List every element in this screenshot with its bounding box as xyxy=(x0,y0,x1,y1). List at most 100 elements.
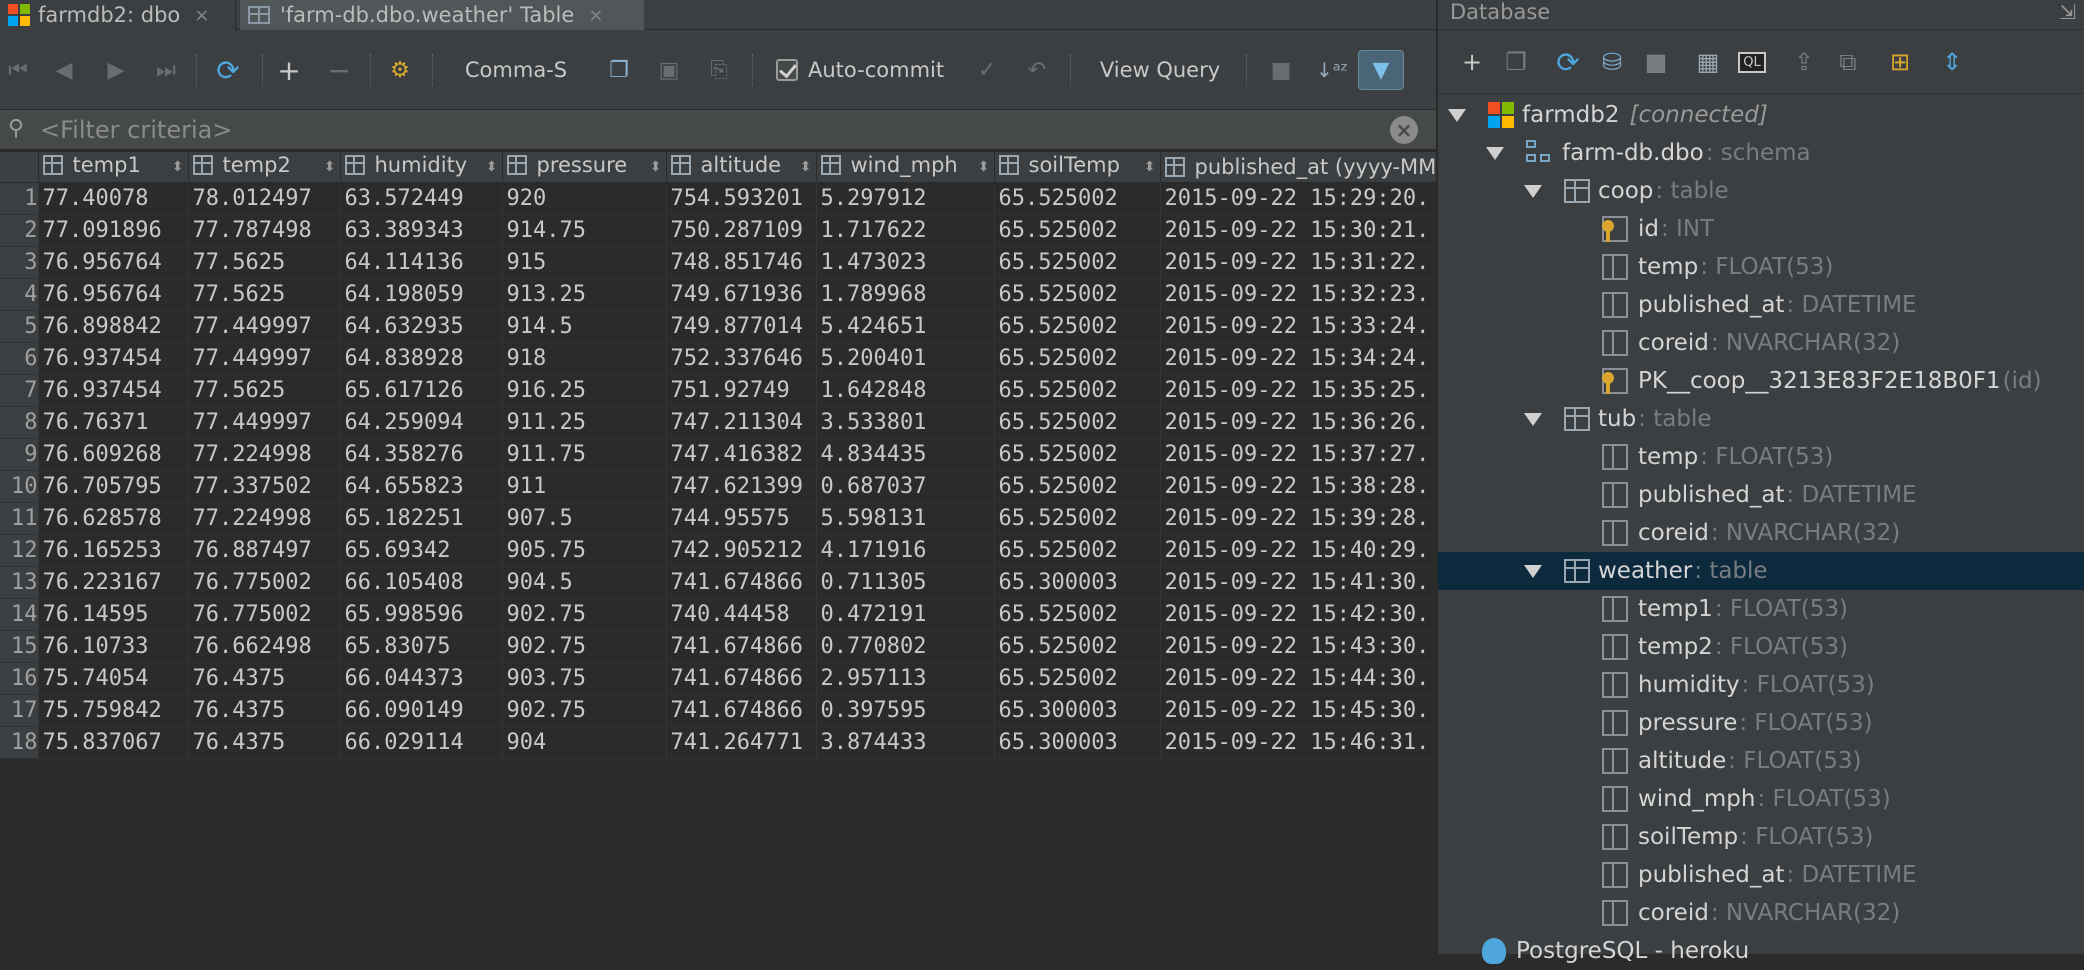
table-cell[interactable]: 914.75 xyxy=(502,214,667,247)
column-header[interactable]: pressure ⬍ xyxy=(502,152,667,183)
table-cell[interactable]: 2015-09-22 15:42:30. xyxy=(1160,598,1451,631)
table-cell[interactable]: 1.717622 xyxy=(816,214,995,247)
table-cell[interactable]: 65.617126 xyxy=(340,374,503,407)
table-row[interactable]: 15 76.10733 76.662498 65.83075 902.75 741.674… xyxy=(0,630,1451,663)
table-cell[interactable]: 76.705795 xyxy=(38,470,189,503)
table-cell[interactable]: 65.525002 xyxy=(994,182,1161,215)
row-number[interactable]: 16 xyxy=(0,662,39,695)
table-cell[interactable]: 751.92749 xyxy=(666,374,817,407)
auto-commit-checkbox[interactable]: Auto-commit xyxy=(776,50,988,90)
table-cell[interactable]: 4.834435 xyxy=(816,438,995,471)
table-cell[interactable]: 65.525002 xyxy=(994,278,1161,311)
table-cell[interactable]: 2015-09-22 15:31:22. xyxy=(1160,246,1451,279)
stop-icon[interactable]: ■ xyxy=(1636,42,1676,82)
sort-arrows-icon[interactable]: ⬍ xyxy=(650,153,662,181)
table-cell[interactable]: 65.998596 xyxy=(340,598,503,631)
table-cell[interactable]: 76.956764 xyxy=(38,246,189,279)
tree-node-altitude[interactable]: altitude: FLOAT(53) xyxy=(1438,742,2084,780)
row-number[interactable]: 9 xyxy=(0,438,39,471)
table-cell[interactable]: 65.525002 xyxy=(994,534,1161,567)
table-cell[interactable]: 911.25 xyxy=(502,406,667,439)
table-cell[interactable]: 76.956764 xyxy=(38,278,189,311)
table-cell[interactable]: 0.711305 xyxy=(816,566,995,599)
table-cell[interactable]: 913.25 xyxy=(502,278,667,311)
row-number[interactable]: 5 xyxy=(0,310,39,343)
table-row[interactable]: 17 75.759842 76.4375 66.090149 902.75 741.674… xyxy=(0,694,1451,727)
table-cell[interactable]: 76.10733 xyxy=(38,630,189,663)
table-row[interactable]: 1 77.40078 78.012497 63.572449 920 754.593201… xyxy=(0,182,1451,215)
table-cell[interactable]: 65.300003 xyxy=(994,726,1161,759)
table-cell[interactable]: 77.449997 xyxy=(188,406,341,439)
sort-arrows-icon[interactable]: ⬍ xyxy=(1144,153,1156,181)
table-cell[interactable]: 741.674866 xyxy=(666,630,817,663)
last-page-icon[interactable]: ⏭ xyxy=(148,50,184,90)
table-cell[interactable]: 76.4375 xyxy=(188,726,341,759)
table-cell[interactable]: 1.642848 xyxy=(816,374,995,407)
rollback-icon[interactable]: ↶ xyxy=(1020,50,1054,90)
table-cell[interactable]: 916.25 xyxy=(502,374,667,407)
table-cell[interactable]: 2015-09-22 15:33:24. xyxy=(1160,310,1451,343)
tree-node-farmdb2[interactable]: farmdb2 [connected] xyxy=(1438,96,2084,134)
table-cell[interactable]: 2015-09-22 15:39:28. xyxy=(1160,502,1451,535)
row-number[interactable]: 15 xyxy=(0,630,39,663)
expand-arrow-icon[interactable] xyxy=(1524,184,1542,198)
table-cell[interactable]: 2015-09-22 15:29:20. xyxy=(1160,182,1451,215)
filter-criteria-input[interactable] xyxy=(40,114,1380,146)
table-cell[interactable]: 76.14595 xyxy=(38,598,189,631)
table-cell[interactable]: 64.358276 xyxy=(340,438,503,471)
table-cell[interactable]: 5.200401 xyxy=(816,342,995,375)
table-cell[interactable]: 65.525002 xyxy=(994,342,1161,375)
table-cell[interactable]: 3.874433 xyxy=(816,726,995,759)
table-cell[interactable]: 65.83075 xyxy=(340,630,503,663)
table-cell[interactable]: 2015-09-22 15:43:30. xyxy=(1160,630,1451,663)
refresh-icon[interactable]: ⟳ xyxy=(210,50,246,90)
table-cell[interactable]: 64.632935 xyxy=(340,310,503,343)
sort-arrows-icon[interactable]: ⬍ xyxy=(978,153,990,181)
view-query-button[interactable]: View Query xyxy=(1090,50,1230,90)
tab-weather-table[interactable]: 'farm-db.dbo.weather' Table × xyxy=(240,0,644,30)
tree-node-published-at[interactable]: published_at: DATETIME xyxy=(1438,476,2084,514)
tree-node-pressure[interactable]: pressure: FLOAT(53) xyxy=(1438,704,2084,742)
table-cell[interactable]: 0.397595 xyxy=(816,694,995,727)
table-cell[interactable]: 2015-09-22 15:34:24. xyxy=(1160,342,1451,375)
table-cell[interactable]: 911 xyxy=(502,470,667,503)
table-cell[interactable]: 77.224998 xyxy=(188,438,341,471)
table-cell[interactable]: 2015-09-22 15:40:29. xyxy=(1160,534,1451,567)
row-number[interactable]: 12 xyxy=(0,534,39,567)
table-cell[interactable]: 76.223167 xyxy=(38,566,189,599)
table-cell[interactable]: 76.76371 xyxy=(38,406,189,439)
table-cell[interactable]: 76.898842 xyxy=(38,310,189,343)
table-cell[interactable]: 65.525002 xyxy=(994,502,1161,535)
sort-arrows-icon[interactable]: ⬍ xyxy=(800,153,812,181)
column-header[interactable]: wind_mph ⬍ xyxy=(816,152,995,183)
tree-node-temp[interactable]: temp: FLOAT(53) xyxy=(1438,438,2084,476)
table-cell[interactable]: 65.525002 xyxy=(994,662,1161,695)
table-cell[interactable]: 2015-09-22 15:30:21. xyxy=(1160,214,1451,247)
row-number[interactable]: 18 xyxy=(0,726,39,759)
table-row[interactable]: 14 76.14595 76.775002 65.998596 902.75 740.44… xyxy=(0,598,1451,631)
tree-node-coop[interactable]: coop: table xyxy=(1438,172,2084,210)
table-cell[interactable]: 3.533801 xyxy=(816,406,995,439)
clear-filter-icon[interactable]: × xyxy=(1390,116,1418,144)
table-cell[interactable]: 5.598131 xyxy=(816,502,995,535)
table-cell[interactable]: 905.75 xyxy=(502,534,667,567)
table-cell[interactable]: 77.787498 xyxy=(188,214,341,247)
table-cell[interactable]: 2015-09-22 15:44:30. xyxy=(1160,662,1451,695)
tree-node-temp2[interactable]: temp2: FLOAT(53) xyxy=(1438,628,2084,666)
table-row[interactable]: 8 76.76371 77.449997 64.259094 911.25 747.211… xyxy=(0,406,1451,439)
table-cell[interactable]: 902.75 xyxy=(502,694,667,727)
table-cell[interactable]: 902.75 xyxy=(502,598,667,631)
tree-node-postgresql-heroku[interactable]: PostgreSQL - heroku xyxy=(1438,932,2084,970)
table-cell[interactable]: 5.297912 xyxy=(816,182,995,215)
table-cell[interactable]: 77.224998 xyxy=(188,502,341,535)
expand-arrow-icon[interactable] xyxy=(1524,564,1542,578)
table-row[interactable]: 10 76.705795 77.337502 64.655823 911 747.6213… xyxy=(0,470,1451,503)
table-cell[interactable]: 65.525002 xyxy=(994,598,1161,631)
add-row-icon[interactable]: + xyxy=(272,50,306,90)
column-header[interactable]: temp2 ⬍ xyxy=(188,152,341,183)
delete-row-icon[interactable]: − xyxy=(322,50,356,90)
table-cell[interactable]: 75.837067 xyxy=(38,726,189,759)
table-cell[interactable]: 77.337502 xyxy=(188,470,341,503)
sort-arrows-icon[interactable]: ⬍ xyxy=(324,153,336,181)
first-page-icon[interactable]: ⏮ xyxy=(2,50,34,90)
